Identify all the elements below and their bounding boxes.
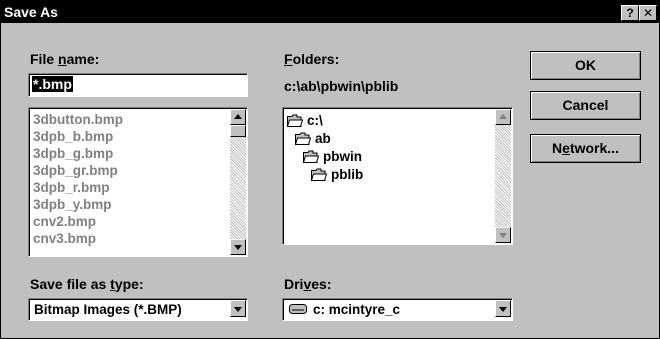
cancel-button[interactable]: Cancel	[530, 91, 641, 120]
save-type-value: Bitmap Images (*.BMP)	[34, 302, 182, 317]
list-item[interactable]: 3dbutton.bmp	[33, 111, 123, 128]
list-item[interactable]: 3dpb_y.bmp	[33, 196, 112, 213]
open-folder-icon	[311, 168, 327, 181]
arrow-down-icon	[499, 233, 507, 238]
open-folder-icon	[295, 132, 311, 145]
scroll-thumb[interactable]	[230, 125, 246, 137]
list-item[interactable]: 3dpb_b.bmp	[33, 128, 113, 145]
hard-drive-icon	[289, 304, 307, 314]
file-list-scrollbar[interactable]	[230, 109, 246, 255]
save-type-label: Save file as type:	[30, 276, 144, 292]
chevron-down-icon	[234, 307, 242, 312]
open-folder-icon	[303, 150, 319, 163]
list-item[interactable]: cnv2.bmp	[33, 213, 96, 230]
list-item[interactable]: 3dpb_g.bmp	[33, 145, 113, 162]
list-item[interactable]: cnv3.bmp	[33, 230, 96, 247]
folders-label: Folders:	[284, 51, 340, 67]
file-name-input[interactable]: *.bmp	[28, 73, 248, 97]
save-type-select[interactable]: Bitmap Images (*.BMP)	[28, 298, 248, 321]
arrow-down-icon	[234, 245, 242, 250]
title-bar[interactable]: Save As ? ✕	[1, 1, 659, 23]
file-name-label: File name:	[30, 51, 100, 67]
close-button[interactable]: ✕	[639, 5, 657, 21]
drives-select[interactable]: c: mcintyre_c	[282, 298, 513, 321]
list-item[interactable]: 3dpb_r.bmp	[33, 179, 110, 196]
scroll-down-button[interactable]	[495, 227, 511, 243]
folder-tree[interactable]: c:\ ab pbwin pblib	[282, 107, 513, 245]
drives-dropdown-button[interactable]	[495, 300, 511, 317]
scroll-down-button[interactable]	[230, 239, 246, 255]
drives-label: Drives:	[284, 276, 332, 292]
save-as-dialog: Save As ? ✕ File name: *.bmp 3dbutton.bm…	[0, 0, 660, 339]
file-name-value: *.bmp	[32, 76, 73, 92]
network-button[interactable]: Network...	[530, 134, 641, 163]
chevron-down-icon	[499, 307, 507, 312]
file-list[interactable]: 3dbutton.bmp 3dpb_b.bmp 3dpb_g.bmp 3dpb_…	[28, 107, 248, 257]
open-folder-icon	[287, 114, 303, 127]
scroll-up-button[interactable]	[230, 109, 246, 125]
arrow-up-icon	[499, 114, 507, 119]
folder-tree-scrollbar[interactable]	[495, 109, 511, 243]
help-button[interactable]: ?	[621, 5, 639, 21]
window-title: Save As	[4, 4, 58, 20]
current-folder-path: c:\ab\pbwin\pblib	[284, 78, 399, 94]
drives-value: c: mcintyre_c	[313, 302, 401, 317]
scroll-up-button[interactable]	[495, 109, 511, 125]
save-type-dropdown-button[interactable]	[230, 300, 246, 317]
arrow-up-icon	[234, 114, 242, 119]
list-item[interactable]: 3dpb_gr.bmp	[33, 162, 118, 179]
ok-button[interactable]: OK	[530, 51, 641, 80]
